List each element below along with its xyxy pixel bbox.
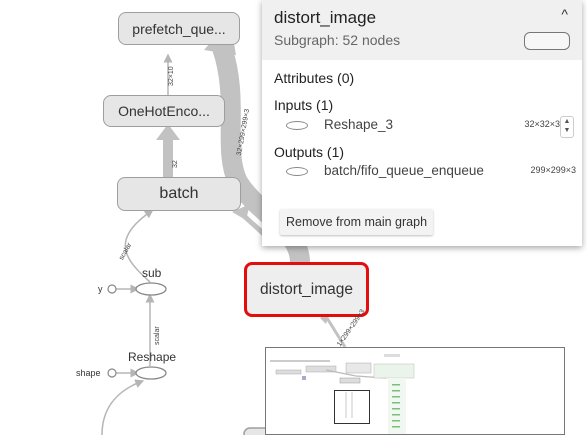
node-distort-image[interactable]: distort_image bbox=[244, 262, 369, 317]
minimap-viewport[interactable] bbox=[334, 390, 370, 424]
node-batch[interactable]: batch bbox=[117, 177, 241, 211]
op-oval-icon bbox=[286, 121, 308, 130]
sub-op-label: sub bbox=[142, 266, 162, 280]
remove-from-main-graph-button[interactable]: Remove from main graph bbox=[280, 209, 434, 235]
minimap[interactable] bbox=[265, 347, 565, 435]
input-name: Reshape_3 bbox=[324, 117, 394, 132]
edge-into-reshape bbox=[101, 379, 145, 435]
attributes-title: Attributes (0) bbox=[274, 70, 355, 86]
expand-toggle-button[interactable] bbox=[524, 32, 570, 50]
shape-input-label: shape bbox=[76, 368, 101, 378]
y-input-circle bbox=[107, 284, 117, 294]
outputs-title: Outputs (1) bbox=[274, 144, 345, 160]
info-panel-title: distort_image bbox=[274, 8, 377, 27]
chevron-updown-icon[interactable]: ▲ ▼ bbox=[560, 116, 574, 138]
sub-op-oval bbox=[135, 282, 167, 296]
info-panel-subtitle: Subgraph: 52 nodes bbox=[274, 32, 401, 48]
output-row[interactable]: batch/fifo_queue_enqueue 299×299×3 bbox=[286, 162, 576, 182]
op-oval-icon bbox=[286, 167, 308, 176]
shape-input-circle bbox=[107, 368, 117, 378]
node-prefetch-queue[interactable]: prefetch_que... bbox=[118, 12, 240, 45]
minimap-graph bbox=[270, 354, 415, 434]
reshape-op-label: Reshape bbox=[128, 350, 177, 364]
edge-label-reshape-sub: scalar bbox=[154, 326, 161, 345]
reshape-op-oval bbox=[135, 366, 167, 380]
node-onehot-encoding[interactable]: OneHotEnco... bbox=[103, 95, 225, 127]
inputs-title: Inputs (1) bbox=[274, 97, 334, 113]
input-row[interactable]: Reshape_3 32×32×3 ▲ ▼ bbox=[286, 116, 576, 138]
y-input-label: y bbox=[98, 284, 103, 294]
output-name: batch/fifo_queue_enqueue bbox=[324, 163, 484, 178]
info-panel: distort_image Subgraph: 52 nodes ^ Attri… bbox=[262, 0, 582, 246]
info-panel-header: distort_image Subgraph: 52 nodes ^ bbox=[262, 0, 582, 60]
collapse-icon[interactable]: ^ bbox=[561, 6, 568, 22]
input-shape: 32×32×3 bbox=[524, 119, 560, 129]
edge-label-onehot-prefetch: 32×10 bbox=[168, 66, 175, 86]
output-shape: 299×299×3 bbox=[530, 165, 576, 175]
edge-label-batch-onehot: 32 bbox=[172, 160, 179, 168]
